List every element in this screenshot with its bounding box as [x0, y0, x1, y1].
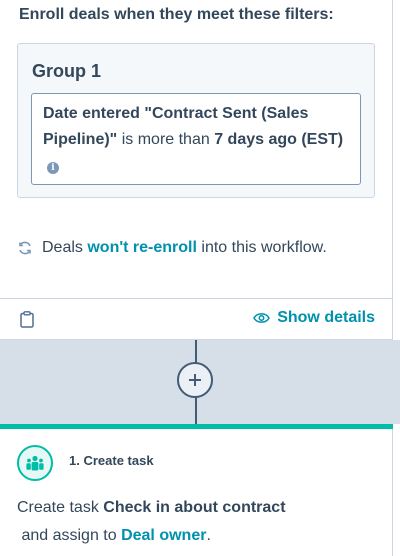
filter-condition[interactable]: Date entered "Contract Sent (Sales Pipel…: [31, 93, 361, 185]
add-action-button[interactable]: [177, 362, 213, 398]
refresh-icon: [19, 241, 31, 255]
show-details-button[interactable]: Show details: [253, 309, 375, 327]
people-icon: [26, 455, 44, 471]
owner-link[interactable]: Deal owner: [121, 527, 206, 544]
filter-group: Group 1 Date entered "Contract Sent (Sal…: [17, 43, 375, 198]
desc-suffix: .: [206, 527, 211, 544]
filters-heading: Enroll deals when they meet these filter…: [19, 6, 334, 23]
workflow-canvas: Enroll deals when they meet these filter…: [0, 0, 400, 556]
workflow-connector: [0, 340, 400, 424]
action-accent-bar: [0, 424, 393, 429]
reenroll-status: Deals won't re-enroll into this workflow…: [17, 238, 327, 258]
enrollment-trigger-card[interactable]: Enroll deals when they meet these filter…: [0, 0, 393, 340]
create-task-action-card[interactable]: 1. Create task Create task Check in abou…: [0, 424, 393, 556]
info-icon[interactable]: i: [47, 162, 59, 174]
filter-value: 7 days ago (EST): [214, 131, 344, 148]
trigger-card-footer: Show details: [0, 298, 392, 339]
show-details-label: Show details: [277, 309, 375, 326]
group-title: Group 1: [32, 61, 102, 81]
task-name: Check in about contract: [103, 499, 286, 516]
eye-icon: [253, 313, 271, 323]
action-description: Create task Check in about contract and …: [17, 494, 377, 550]
reenroll-prefix: Deals: [42, 239, 88, 256]
desc-middle: and assign to: [17, 527, 122, 544]
reenroll-link[interactable]: won't re-enroll: [87, 239, 197, 257]
plus-icon: [189, 374, 201, 386]
task-icon: [17, 445, 53, 481]
desc-prefix: Create task: [17, 499, 104, 516]
clipboard-icon[interactable]: [20, 311, 34, 328]
reenroll-suffix: into this workflow.: [196, 239, 327, 256]
filter-operator: is more than: [117, 131, 215, 148]
action-title: 1. Create task: [69, 453, 154, 468]
